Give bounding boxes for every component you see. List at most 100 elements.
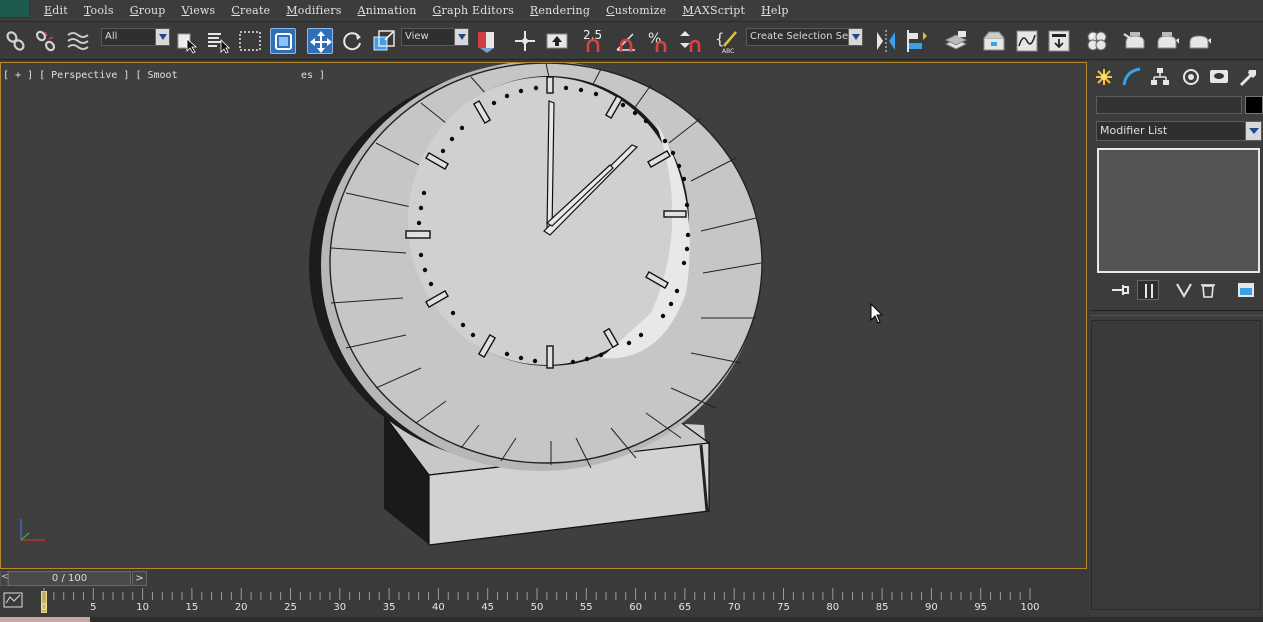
select-and-scale-icon[interactable] bbox=[371, 28, 397, 54]
remove-modifier-icon[interactable] bbox=[1197, 280, 1219, 300]
show-end-result-icon[interactable] bbox=[1137, 280, 1159, 300]
menu-group[interactable]: Group bbox=[122, 4, 174, 17]
unlink-selection-icon[interactable] bbox=[33, 28, 59, 54]
clock-model[interactable] bbox=[1, 63, 1086, 568]
keyboard-shortcut-override-icon[interactable] bbox=[544, 28, 570, 54]
tick-label: 55 bbox=[579, 602, 593, 613]
command-panel: Modifier List bbox=[1089, 62, 1263, 622]
command-panel-tabs bbox=[1089, 62, 1263, 90]
graph-editor-icon[interactable] bbox=[1014, 28, 1040, 54]
tick-label: 65 bbox=[678, 602, 692, 613]
object-name-field[interactable] bbox=[1096, 96, 1242, 114]
tick-label: 75 bbox=[777, 602, 790, 613]
pivot-point-center-icon[interactable] bbox=[474, 28, 500, 54]
curve-editor-mini-icon[interactable] bbox=[3, 591, 23, 609]
tick-label: 45 bbox=[481, 602, 495, 613]
tick-label: 5 bbox=[90, 602, 97, 613]
main-toolbar: All View 2.5 % {ABC Create Selection Se bbox=[0, 22, 1263, 60]
named-selection-sets-dropdown[interactable]: Create Selection Se bbox=[746, 28, 863, 46]
select-by-name-icon[interactable] bbox=[205, 28, 231, 54]
tick-label: 50 bbox=[530, 602, 544, 613]
chevron-down-icon bbox=[1245, 122, 1261, 140]
tick-label: 10 bbox=[136, 602, 149, 613]
mirror-icon[interactable] bbox=[873, 28, 899, 54]
layer-manager-icon[interactable] bbox=[943, 28, 969, 54]
pin-stack-icon[interactable] bbox=[1109, 280, 1131, 300]
select-and-move-icon[interactable] bbox=[307, 28, 333, 54]
selection-filter-value: All bbox=[105, 31, 118, 42]
bind-space-warp-icon[interactable] bbox=[65, 28, 91, 54]
hierarchy-tab-icon[interactable] bbox=[1149, 66, 1171, 88]
render-setup-icon[interactable] bbox=[1122, 28, 1148, 54]
chevron-down-icon bbox=[848, 29, 862, 45]
selection-filter-dropdown[interactable]: All bbox=[101, 28, 170, 46]
select-and-rotate-icon[interactable] bbox=[339, 28, 365, 54]
select-and-manipulate-icon[interactable] bbox=[512, 28, 538, 54]
object-color-swatch[interactable] bbox=[1245, 96, 1263, 114]
panel-divider bbox=[1091, 310, 1263, 316]
display-tab-icon[interactable] bbox=[1208, 66, 1230, 88]
menu-help[interactable]: Help bbox=[753, 4, 796, 17]
menu-maxscript[interactable]: MAXScript bbox=[674, 4, 753, 17]
motion-tab-icon[interactable] bbox=[1180, 66, 1202, 88]
select-object-icon[interactable] bbox=[174, 28, 200, 54]
menu-bar: Edit Tools Group Views Create Modifiers … bbox=[0, 0, 1263, 22]
make-unique-icon[interactable] bbox=[1173, 280, 1195, 300]
mouse-pointer-icon bbox=[870, 303, 884, 324]
modifier-list-dropdown[interactable]: Modifier List bbox=[1096, 121, 1262, 141]
menu-edit[interactable]: Edit bbox=[36, 4, 76, 17]
tick-label: 20 bbox=[234, 602, 248, 613]
menu-rendering[interactable]: Rendering bbox=[522, 4, 598, 17]
tick-label: 15 bbox=[185, 602, 199, 613]
menu-views[interactable]: Views bbox=[174, 4, 224, 17]
time-slider[interactable]: < 0 / 100 > bbox=[0, 571, 1087, 586]
render-production-icon[interactable] bbox=[1186, 28, 1212, 54]
utilities-tab-icon[interactable] bbox=[1237, 66, 1259, 88]
menu-graph-editors[interactable]: Graph Editors bbox=[425, 4, 522, 17]
rectangular-selection-icon[interactable] bbox=[237, 28, 263, 54]
time-slider-prev-button[interactable]: < bbox=[0, 571, 9, 586]
tick-label: 90 bbox=[925, 602, 938, 613]
material-editor-icon[interactable] bbox=[1084, 28, 1110, 54]
svg-text:%: % bbox=[648, 31, 661, 47]
chevron-down-icon bbox=[454, 29, 468, 45]
rendered-frame-window-icon[interactable] bbox=[1154, 28, 1180, 54]
named-selection-sets-value: Create Selection Se bbox=[750, 31, 849, 42]
angle-snap-toggle-icon[interactable] bbox=[613, 28, 639, 54]
spinner-snap-toggle-icon[interactable] bbox=[677, 28, 703, 54]
tick-label: 70 bbox=[727, 602, 741, 613]
curve-editor-open-icon[interactable] bbox=[981, 28, 1007, 54]
percent-snap-toggle-icon[interactable]: % bbox=[645, 28, 671, 54]
chevron-down-icon bbox=[155, 29, 169, 45]
maxscript-listener-mini[interactable] bbox=[0, 617, 90, 622]
tick-label: 85 bbox=[875, 602, 889, 613]
schematic-view-icon[interactable] bbox=[1046, 28, 1072, 54]
tick-label: 35 bbox=[382, 602, 396, 613]
snaps-toggle-icon[interactable] bbox=[580, 28, 606, 54]
time-slider-next-button[interactable]: > bbox=[132, 571, 147, 586]
status-strip bbox=[0, 617, 1263, 622]
svg-text:ABC: ABC bbox=[722, 48, 734, 54]
menu-create[interactable]: Create bbox=[223, 4, 278, 17]
menu-tools[interactable]: Tools bbox=[76, 4, 122, 17]
reference-coordinate-dropdown[interactable]: View bbox=[401, 28, 469, 46]
create-tab-icon[interactable] bbox=[1093, 66, 1115, 88]
window-crossing-icon[interactable] bbox=[270, 28, 296, 54]
select-and-link-icon[interactable] bbox=[3, 28, 29, 54]
tick-label: 25 bbox=[284, 602, 297, 613]
track-ruler-ticks bbox=[43, 588, 1031, 600]
modify-tab-icon[interactable] bbox=[1121, 66, 1143, 88]
modifier-stack[interactable] bbox=[1097, 148, 1260, 273]
configure-modifier-sets-icon[interactable] bbox=[1235, 280, 1257, 300]
perspective-viewport[interactable]: [ + ] [ Perspective ] [ Smoot es ] bbox=[0, 62, 1087, 569]
edit-named-selection-icon[interactable]: {ABC bbox=[714, 28, 740, 54]
menu-animation[interactable]: Animation bbox=[350, 4, 425, 17]
tick-label: 100 bbox=[1020, 602, 1040, 613]
tick-label: 95 bbox=[974, 602, 988, 613]
menu-modifiers[interactable]: Modifiers bbox=[278, 4, 349, 17]
menu-customize[interactable]: Customize bbox=[598, 4, 674, 17]
app-logo-icon[interactable] bbox=[0, 0, 30, 18]
time-slider-thumb[interactable]: 0 / 100 bbox=[8, 571, 131, 586]
stack-buttons bbox=[1097, 278, 1260, 302]
align-icon[interactable] bbox=[905, 28, 931, 54]
